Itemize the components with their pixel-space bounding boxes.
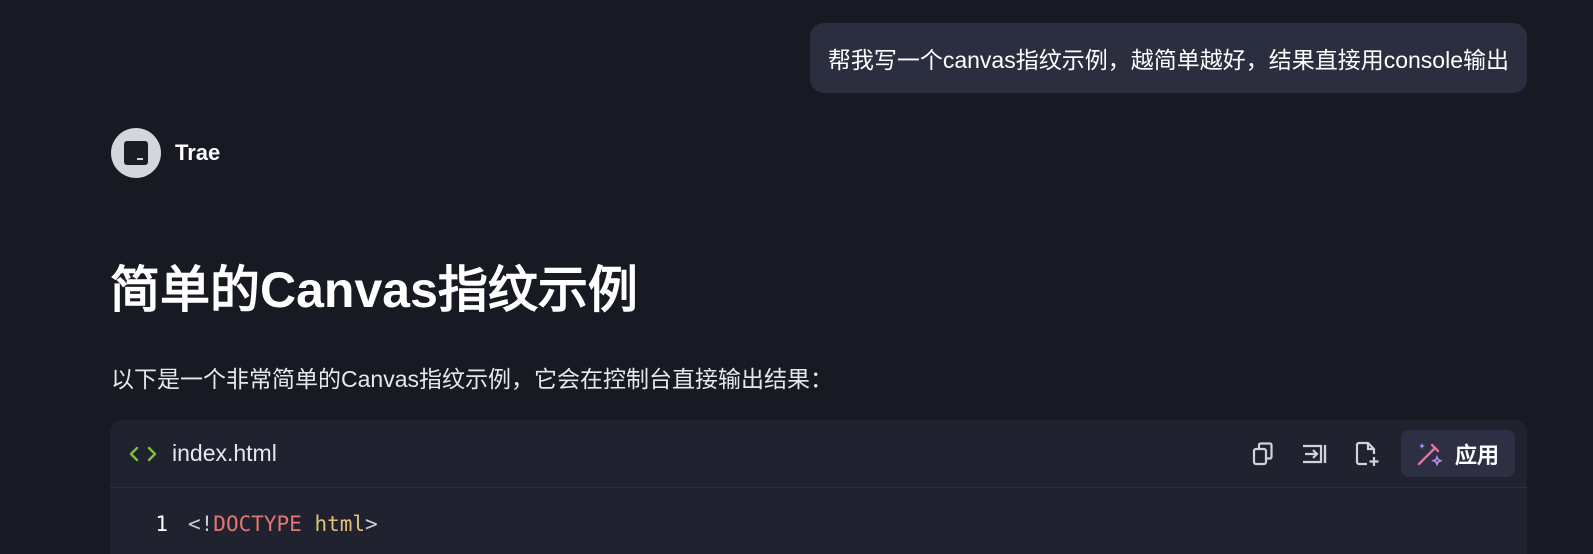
new-file-button[interactable]	[1347, 434, 1387, 474]
code-block-header: index.html 应用	[110, 420, 1527, 488]
copy-button[interactable]	[1243, 434, 1283, 474]
apply-button-label: 应用	[1454, 442, 1499, 468]
assistant-header: Trae	[111, 128, 220, 178]
user-message-text: 帮我写一个canvas指纹示例，越简单越好，结果直接用console输出	[827, 47, 1509, 73]
insert-icon	[1302, 444, 1327, 463]
response-intro: 以下是一个非常简单的Canvas指纹示例，它会在控制台直接输出结果：	[111, 366, 833, 392]
code-token-close: >	[365, 512, 378, 536]
insert-at-cursor-button[interactable]	[1295, 434, 1335, 474]
code-token-attr: html	[314, 512, 366, 536]
chat-page: 帮我写一个canvas指纹示例，越简单越好，结果直接用console输出 Tra…	[0, 0, 1593, 554]
response-heading: 简单的Canvas指纹示例	[110, 262, 638, 318]
apply-button[interactable]: 应用	[1400, 430, 1515, 477]
code-filename: index.html	[172, 440, 277, 466]
user-message-bubble: 帮我写一个canvas指纹示例，越简单越好，结果直接用console输出	[809, 23, 1527, 93]
copy-icon	[1252, 441, 1273, 465]
terminal-icon	[124, 141, 148, 165]
new-file-icon	[1355, 441, 1379, 466]
code-line: 1 <! DOCTYPE html >	[110, 512, 378, 536]
assistant-name: Trae	[175, 140, 221, 165]
line-number: 1	[155, 512, 168, 536]
assistant-avatar	[111, 128, 161, 178]
code-block: index.html 应用 1 <! DOCTYPE html >	[110, 420, 1527, 554]
code-token-keyword: DOCTYPE	[213, 512, 302, 536]
magic-wand-icon	[1417, 442, 1443, 466]
code-brackets-icon	[128, 444, 158, 464]
code-token-open: <!	[188, 512, 214, 536]
code-toolbar: 应用	[1231, 430, 1515, 477]
